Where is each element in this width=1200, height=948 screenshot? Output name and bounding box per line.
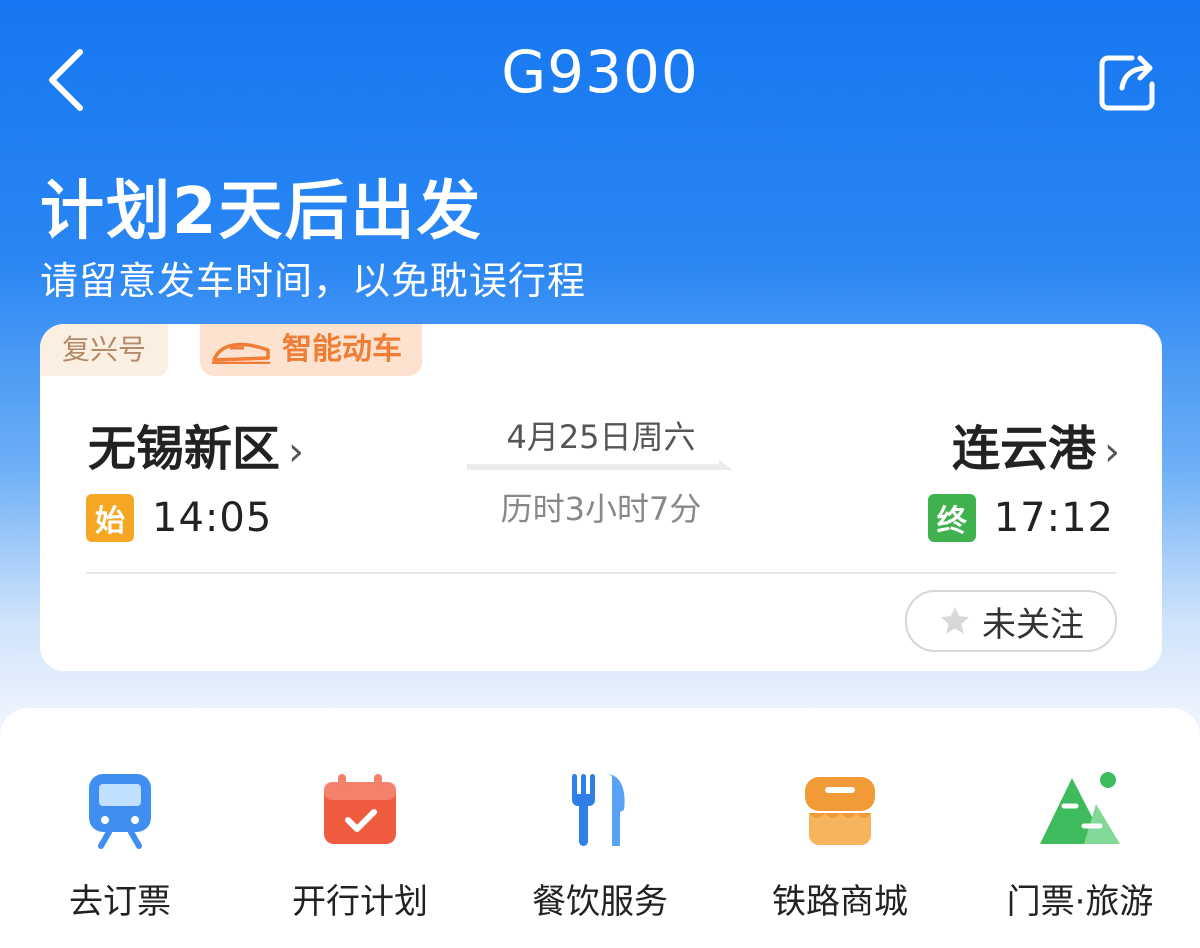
arrival-time: 17:12: [993, 495, 1114, 541]
services-panel: 去订票 开行计划 餐饮服务 铁路商城 门票·旅游: [0, 708, 1200, 948]
service-label: 去订票: [69, 882, 171, 922]
end-badge: 终: [927, 494, 976, 542]
utensils-icon: [572, 774, 625, 846]
share-icon: [1099, 55, 1155, 111]
top-bar: G9300: [0, 0, 1200, 150]
calendar-icon: [324, 774, 396, 844]
start-badge: 始: [86, 494, 134, 542]
route-arrow-icon: [467, 460, 733, 470]
departure-reminder: 请留意发车时间，以免耽误行程: [40, 259, 587, 303]
smart-emu-tag: 智能动车: [200, 324, 422, 376]
service-label: 开行计划: [292, 882, 428, 922]
service-mall[interactable]: 铁路商城: [720, 770, 960, 923]
mountain-icon: [1040, 772, 1120, 844]
star-icon: [940, 606, 970, 634]
service-label: 铁路商城: [772, 882, 908, 922]
train-info-card: 复兴号 智能动车 无锡新区 › 连云港 › 4月25日周六 历时3小时7分 始 14…: [40, 324, 1162, 671]
store-icon: [805, 777, 875, 845]
high-speed-train-icon: [212, 342, 270, 364]
arrival-time-row: 终 17:12: [927, 494, 1114, 542]
service-book-ticket[interactable]: 去订票: [0, 770, 240, 923]
service-schedule[interactable]: 开行计划: [240, 770, 480, 923]
train-icon: [89, 774, 151, 849]
service-label: 门票·旅游: [1006, 882, 1154, 922]
share-button[interactable]: [1096, 48, 1160, 112]
follow-button[interactable]: 未关注: [905, 590, 1117, 652]
service-label: 餐饮服务: [532, 882, 668, 922]
chevron-left-icon: [49, 49, 83, 111]
service-catering[interactable]: 餐饮服务: [480, 770, 720, 923]
departure-time-row: 始 14:05: [86, 494, 272, 542]
departure-countdown: 计划2天后出发: [40, 175, 483, 249]
follow-label: 未关注: [982, 604, 1084, 645]
travel-date: 4月25日周六: [506, 418, 696, 456]
page-title: G9300: [501, 38, 699, 106]
departure-time: 14:05: [152, 495, 273, 541]
service-tickets-travel[interactable]: 门票·旅游: [960, 770, 1200, 923]
brand-tag: 复兴号: [40, 324, 169, 376]
smart-emu-label: 智能动车: [282, 332, 402, 367]
divider: [86, 572, 1116, 574]
back-button[interactable]: [40, 44, 96, 116]
